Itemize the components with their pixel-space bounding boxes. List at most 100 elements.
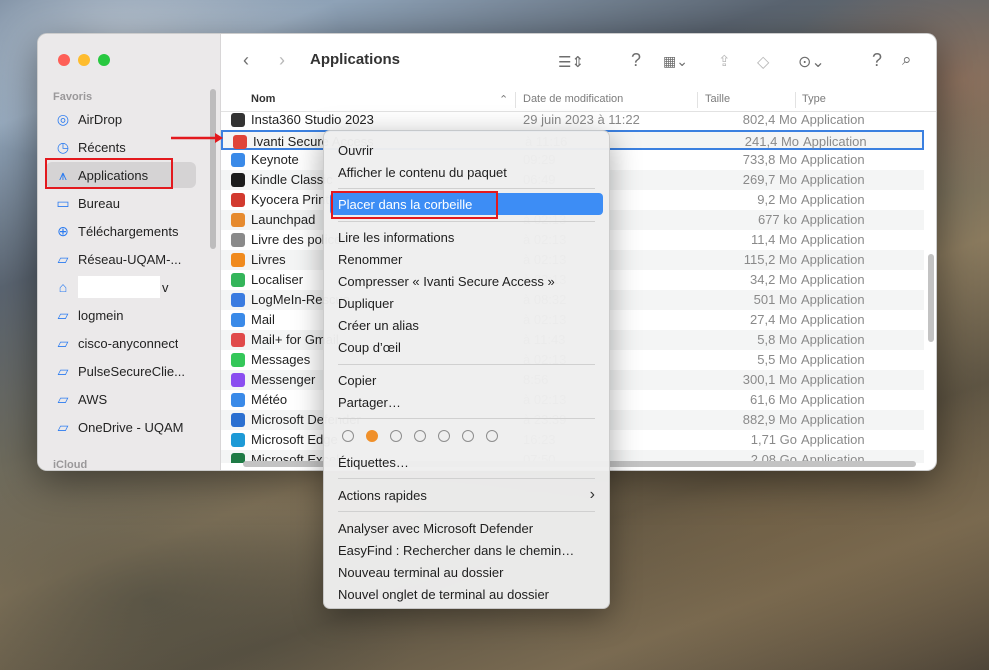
sidebar-item-airdrop[interactable]: ◎ AirDrop: [46, 106, 196, 132]
vertical-scrollbar[interactable]: [928, 254, 934, 342]
tag-dot-orange[interactable]: [366, 430, 378, 442]
menu-item-duplicate[interactable]: Dupliquer: [338, 296, 394, 311]
menu-item-copy[interactable]: Copier: [338, 373, 376, 388]
menu-item-compress[interactable]: Compresser « Ivanti Secure Access »: [338, 274, 555, 289]
file-size: 1,71 Go: [750, 432, 797, 447]
menu-item-defender-scan[interactable]: Analyser avec Microsoft Defender: [338, 521, 533, 536]
menu-item-rename[interactable]: Renommer: [338, 252, 402, 267]
file-type: Application: [801, 392, 865, 407]
clock-icon: ◷: [56, 138, 70, 155]
app-icon: [231, 333, 245, 347]
app-icon: [231, 233, 245, 247]
tag-dot-none[interactable]: [390, 430, 402, 442]
menu-item-quick-actions[interactable]: Actions rapides: [338, 488, 427, 503]
file-name: Livres: [251, 252, 286, 267]
menu-separator: [338, 478, 595, 479]
app-icon: [231, 353, 245, 367]
column-size[interactable]: Taille: [705, 93, 730, 105]
sidebar-item-bureau[interactable]: ▭ Bureau: [46, 190, 196, 216]
file-name: Météo: [251, 392, 288, 407]
chevron-right-icon: ›: [589, 486, 595, 503]
tag-dot-none[interactable]: [462, 430, 474, 442]
tag-icon[interactable]: ◇: [757, 52, 769, 72]
sidebar-item-label: AWS: [78, 391, 108, 407]
app-icon: [231, 433, 245, 447]
app-icon: [231, 273, 245, 287]
file-size: 269,7 Mo: [742, 172, 797, 187]
tag-dot-none[interactable]: [438, 430, 450, 442]
tag-dot-none[interactable]: [486, 430, 498, 442]
sidebar-item-label: v: [162, 279, 169, 295]
sidebar-item-onedrive[interactable]: ▱ OneDrive - UQAM: [46, 414, 196, 440]
file-name: Insta360 Studio 2023: [251, 112, 374, 127]
file-type: Application: [801, 332, 865, 347]
file-name: Mail: [251, 312, 275, 327]
column-type[interactable]: Type: [802, 93, 826, 105]
sidebar-item-logmein[interactable]: ▱ logmein: [46, 302, 196, 328]
menu-item-show-package[interactable]: Afficher le contenu du paquet: [338, 165, 507, 180]
home-icon: ⌂: [58, 279, 68, 295]
sidebar-section-icloud: iCloud: [53, 459, 88, 471]
app-icon: [231, 253, 245, 267]
table-row[interactable]: Insta360 Studio 2023 29 juin 2023 à 11:22…: [221, 111, 924, 130]
menu-item-ouvrir[interactable]: Ouvrir: [338, 143, 373, 158]
sidebar-item-telechargements[interactable]: ⊕ Téléchargements: [46, 218, 196, 244]
sidebar-item-label: PulseSecureClie...: [78, 363, 185, 379]
file-size: 9,2 Mo: [757, 192, 797, 207]
sidebar-item-pulse[interactable]: ▱ PulseSecureClie...: [46, 358, 196, 384]
sidebar-item-label: AirDrop: [78, 111, 123, 127]
app-icon: [231, 393, 245, 407]
share-icon[interactable]: ⇪: [718, 52, 731, 70]
sidebar-item-aws[interactable]: ▱ AWS: [46, 386, 196, 412]
group-icon[interactable]: ▦⌄: [663, 53, 688, 70]
menu-item-new-terminal[interactable]: Nouveau terminal au dossier: [338, 565, 503, 580]
help-icon[interactable]: ?: [631, 50, 641, 71]
menu-separator: [338, 221, 595, 222]
more-actions-icon[interactable]: ⊙⌄: [798, 52, 825, 72]
menu-item-easyfind[interactable]: EasyFind : Rechercher dans le chemin…: [338, 543, 574, 558]
file-type: Application: [801, 192, 865, 207]
desktop-icon: ▭: [56, 194, 70, 211]
file-name: Localiser: [251, 272, 304, 287]
sidebar-item-label: logmein: [78, 307, 124, 323]
file-type: Application: [801, 352, 865, 367]
minimize-button[interactable]: [78, 54, 90, 66]
file-size: 61,6 Mo: [750, 392, 797, 407]
menu-item-make-alias[interactable]: Créer un alias: [338, 318, 419, 333]
menu-item-new-terminal-tab[interactable]: Nouvel onglet de terminal au dossier: [338, 587, 549, 602]
menu-item-tags[interactable]: Étiquettes…: [338, 455, 409, 470]
menu-item-share[interactable]: Partager…: [338, 395, 401, 410]
back-icon[interactable]: ‹: [243, 50, 249, 71]
help-icon[interactable]: ?: [872, 50, 882, 71]
window-title: Applications: [310, 51, 401, 68]
app-icon: [231, 153, 245, 167]
sidebar-item-cisco[interactable]: ▱ cisco-anyconnect: [46, 330, 196, 356]
tag-dot-none[interactable]: [342, 430, 354, 442]
sidebar-item-reseau[interactable]: ▱ Réseau-UQAM-...: [46, 246, 196, 272]
redacted-block: [78, 276, 160, 298]
annotation-box-applications: [45, 158, 173, 189]
forward-icon[interactable]: ›: [279, 50, 285, 71]
file-date: 29 juin 2023 à 11:22: [523, 112, 640, 127]
sidebar-scrollbar[interactable]: [210, 89, 216, 249]
close-button[interactable]: [58, 54, 70, 66]
file-size: 115,2 Mo: [743, 252, 797, 267]
folder-icon: ▱: [57, 390, 69, 407]
app-icon: [231, 173, 245, 187]
zoom-button[interactable]: [98, 54, 110, 66]
search-icon[interactable]: ⌕: [902, 50, 912, 70]
tag-dot-none[interactable]: [414, 430, 426, 442]
menu-separator: [338, 511, 595, 512]
folder-icon: ▱: [57, 334, 69, 351]
menu-item-quick-look[interactable]: Coup d’œil: [338, 340, 401, 355]
column-name[interactable]: Nom: [251, 93, 275, 105]
download-icon: ⊕: [57, 222, 69, 239]
file-size: 501 Mo: [753, 292, 797, 307]
list-view-icon[interactable]: ☰⇕: [558, 53, 584, 71]
sidebar-item-home[interactable]: ⌂ v: [46, 274, 196, 300]
file-type: Application: [801, 212, 865, 227]
menu-item-get-info[interactable]: Lire les informations: [338, 230, 454, 245]
file-name: Messenger: [251, 372, 316, 387]
column-date[interactable]: Date de modification: [523, 93, 623, 105]
file-name: Kyocera Print: [251, 192, 330, 207]
